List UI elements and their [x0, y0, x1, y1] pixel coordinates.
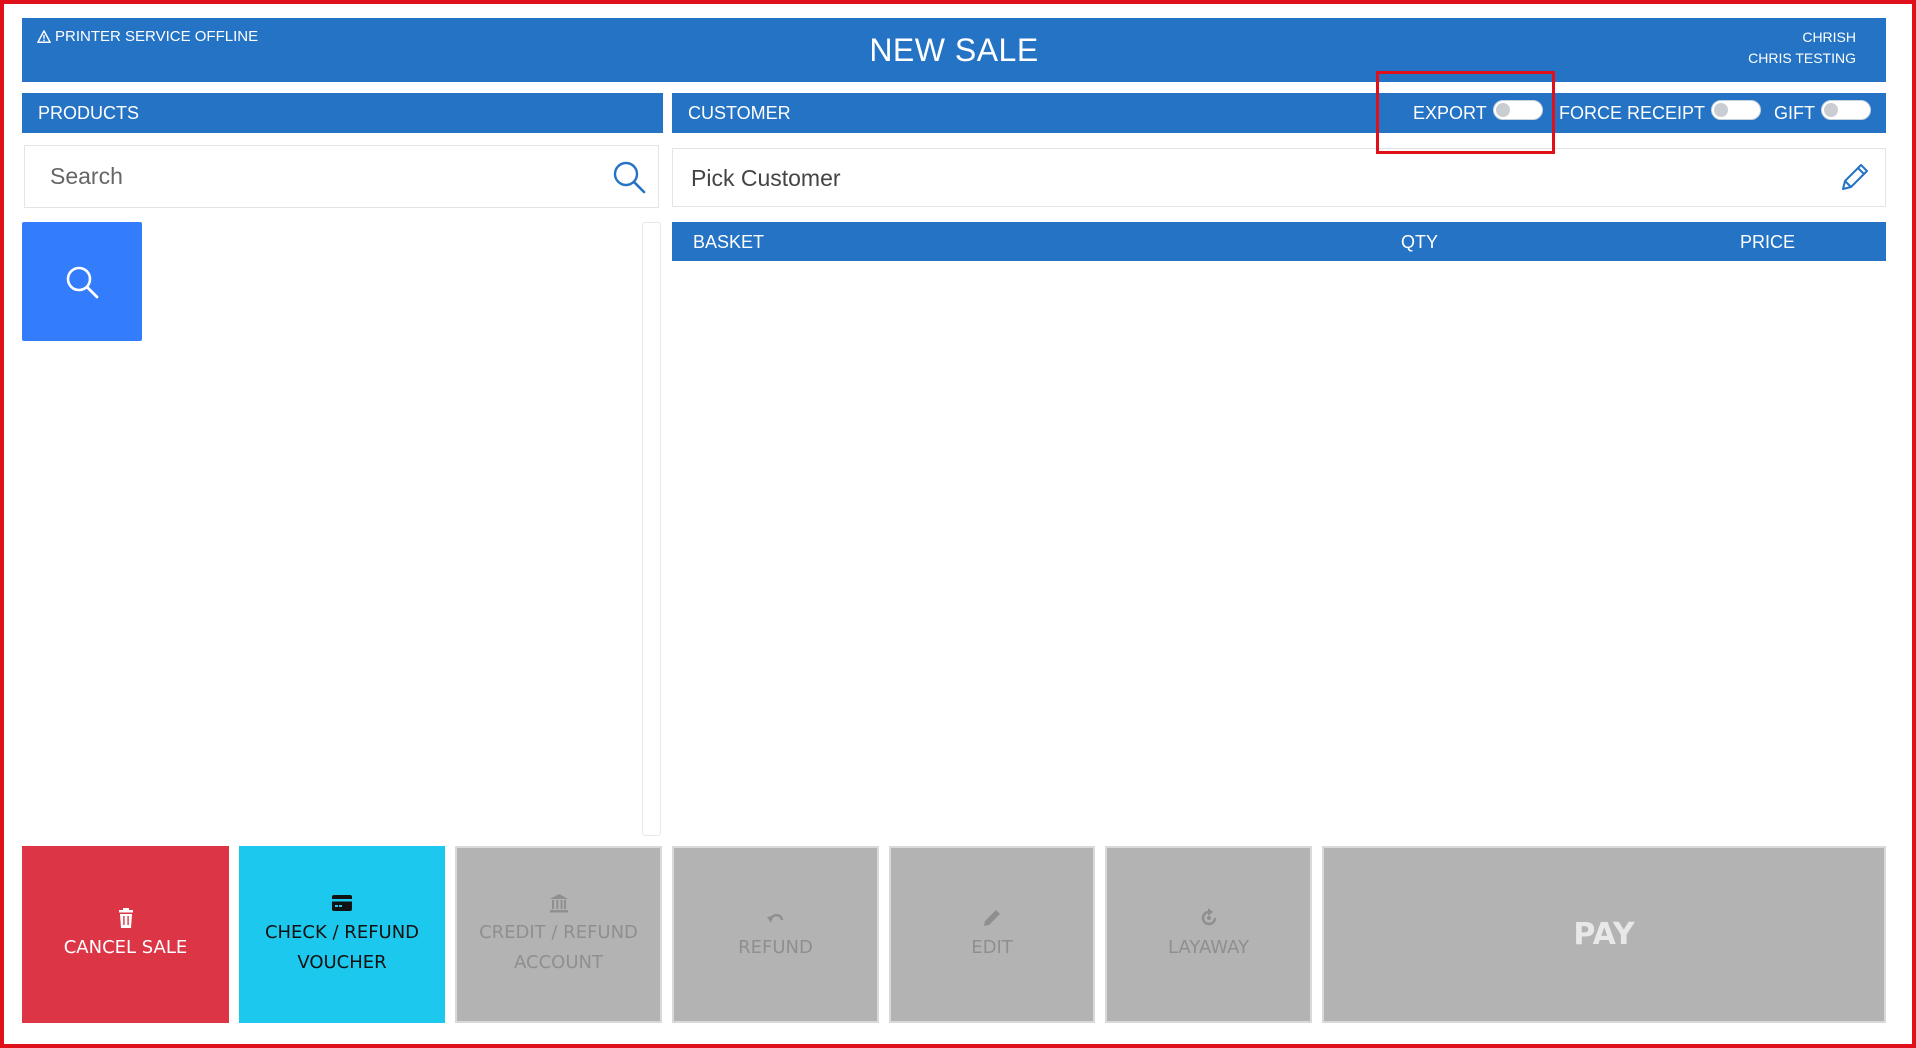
check-refund-voucher-button[interactable]: CHECK / REFUND VOUCHER [239, 846, 445, 1023]
gift-toggle-group: GIFT [1774, 93, 1871, 133]
gift-toggle-knob [1824, 103, 1838, 117]
check-voucher-label-line1: CHECK / REFUND [264, 921, 420, 943]
force-receipt-toggle[interactable] [1711, 100, 1762, 120]
store-name: CHRIS TESTING [1748, 50, 1856, 66]
edit-button[interactable]: EDIT [889, 846, 1095, 1023]
undo-icon [766, 907, 785, 929]
pick-customer-label: Pick Customer [691, 165, 841, 191]
layaway-button[interactable]: LAYAWAY [1105, 846, 1312, 1023]
page-title: NEW SALE [869, 32, 1039, 68]
force-receipt-toggle-group: FORCE RECEIPT [1559, 93, 1762, 133]
price-column-header: PRICE [1740, 232, 1796, 252]
refund-label: REFUND [738, 936, 813, 958]
credit-refund-account-button[interactable]: CREDIT / REFUND ACCOUNT [455, 846, 662, 1023]
export-toggle-knob [1495, 103, 1510, 117]
check-voucher-label-line2: VOUCHER [297, 951, 387, 973]
qty-column-header: QTY [1401, 232, 1439, 252]
trash-icon [117, 907, 135, 929]
customer-header: CUSTOMER EXPORT FORCE RECEIPT GIFT [672, 93, 1886, 133]
refund-button[interactable]: REFUND [672, 846, 879, 1023]
basket-column-header: BASKET [693, 232, 765, 252]
cancel-sale-button[interactable]: CANCEL SALE [22, 846, 229, 1023]
user-info: CHRISH CHRIS TESTING [1748, 27, 1856, 69]
product-search [24, 145, 659, 208]
credit-label-line1: CREDIT / REFUND [479, 921, 638, 943]
credit-label-line2: ACCOUNT [514, 951, 603, 973]
pencil-icon[interactable] [1837, 161, 1871, 200]
layaway-label: LAYAWAY [1167, 936, 1249, 958]
products-header-label: PRODUCTS [38, 102, 140, 123]
customer-header-label: CUSTOMER [688, 102, 791, 123]
search-input[interactable] [25, 146, 585, 207]
refresh-icon [1199, 907, 1219, 929]
products-scrollbar[interactable] [642, 222, 661, 836]
products-header: PRODUCTS [22, 93, 663, 133]
top-bar: PRINTER SERVICE OFFLINE NEW SALE CHRISH … [22, 18, 1886, 82]
product-search-tile[interactable] [22, 222, 142, 341]
search-icon [66, 266, 99, 298]
gift-label: GIFT [1774, 102, 1815, 123]
force-receipt-label: FORCE RECEIPT [1559, 102, 1706, 123]
export-toggle-group: EXPORT [1413, 93, 1543, 133]
pay-label: PAY [1573, 916, 1635, 952]
credit-card-icon [332, 892, 352, 914]
search-icon[interactable] [612, 160, 646, 199]
pencil-icon [982, 907, 1002, 929]
basket-list [672, 261, 1886, 836]
gift-toggle[interactable] [1821, 100, 1871, 120]
customer-picker[interactable]: Pick Customer [672, 148, 1886, 207]
edit-label: EDIT [971, 936, 1013, 958]
force-receipt-toggle-knob [1714, 103, 1729, 117]
bank-icon [549, 892, 569, 914]
export-label: EXPORT [1413, 102, 1487, 123]
cancel-sale-label: CANCEL SALE [63, 936, 188, 958]
pay-button[interactable]: PAY [1322, 846, 1886, 1023]
user-name: CHRISH [1802, 29, 1856, 45]
export-toggle[interactable] [1492, 100, 1543, 120]
basket-header: BASKET QTY PRICE [672, 222, 1886, 261]
